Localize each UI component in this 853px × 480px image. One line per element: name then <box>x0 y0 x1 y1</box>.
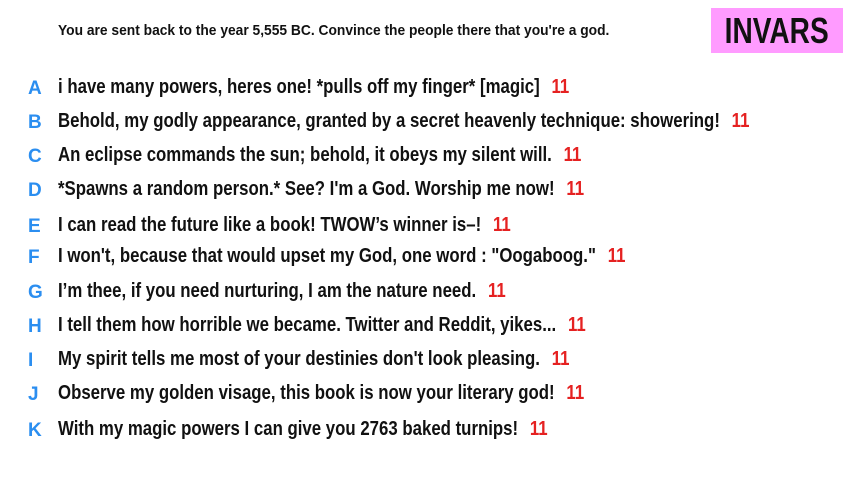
word-count: 11 <box>567 314 586 336</box>
response-text: With my magic powers I can give you 2763… <box>58 418 519 440</box>
word-count: 11 <box>566 178 585 200</box>
response-letter: J <box>28 384 39 405</box>
response-text: I tell them how horrible we became. Twit… <box>58 314 557 336</box>
response-text: My spirit tells me most of your destinie… <box>58 348 540 370</box>
title-badge: INVARS <box>711 8 843 53</box>
response-letter: D <box>28 180 42 201</box>
response-letter: C <box>28 146 42 167</box>
response-row-d[interactable]: D *Spawns a random person.* See? I'm a G… <box>0 176 853 206</box>
response-row-h[interactable]: H I tell them how horrible we became. Tw… <box>0 312 853 342</box>
response-letter: I <box>28 350 34 371</box>
response-row-b[interactable]: B Behold, my godly appearance, granted b… <box>0 108 853 138</box>
response-row-g[interactable]: G I’m thee, if you need nurturing, I am … <box>0 278 853 308</box>
word-count: 11 <box>566 382 585 404</box>
response-row-e[interactable]: E I can read the future like a book! TWO… <box>0 212 853 242</box>
word-count: 11 <box>551 76 570 98</box>
prompt-text: You are sent back to the year 5,555 BC. … <box>58 22 610 39</box>
response-row-i[interactable]: I My spirit tells me most of your destin… <box>0 346 853 376</box>
response-row-k[interactable]: K With my magic powers I can give you 27… <box>0 416 853 446</box>
title-badge-label: INVARS <box>724 9 830 51</box>
response-row-f[interactable]: F I won't, because that would upset my G… <box>0 243 853 273</box>
word-count: 11 <box>563 144 582 166</box>
response-letter: F <box>28 247 40 268</box>
response-row-c[interactable]: C An eclipse commands the sun; behold, i… <box>0 142 853 172</box>
response-text: I’m thee, if you need nurturing, I am th… <box>58 280 477 302</box>
response-text: Behold, my godly appearance, granted by … <box>58 110 720 132</box>
response-text: Observe my golden visage, this book is n… <box>58 382 555 404</box>
word-count: 11 <box>487 280 506 302</box>
response-row-a[interactable]: A i have many powers, heres one! *pulls … <box>0 74 853 104</box>
response-text: *Spawns a random person.* See? I'm a God… <box>58 178 555 200</box>
response-text: I can read the future like a book! TWOW’… <box>58 214 482 236</box>
word-count: 11 <box>731 110 750 132</box>
response-text: I won't, because that would upset my God… <box>58 245 596 267</box>
word-count: 11 <box>492 214 511 236</box>
response-row-j[interactable]: J Observe my golden visage, this book is… <box>0 380 853 410</box>
word-count: 11 <box>551 348 570 370</box>
response-letter: A <box>28 78 42 99</box>
response-letter: K <box>28 420 42 441</box>
response-text: i have many powers, heres one! *pulls of… <box>58 76 540 98</box>
response-letter: B <box>28 112 42 133</box>
word-count: 11 <box>529 418 548 440</box>
response-letter: G <box>28 282 43 303</box>
response-text: An eclipse commands the sun; behold, it … <box>58 144 552 166</box>
response-letter: E <box>28 216 41 237</box>
response-letter: H <box>28 316 42 337</box>
word-count: 11 <box>607 245 626 267</box>
